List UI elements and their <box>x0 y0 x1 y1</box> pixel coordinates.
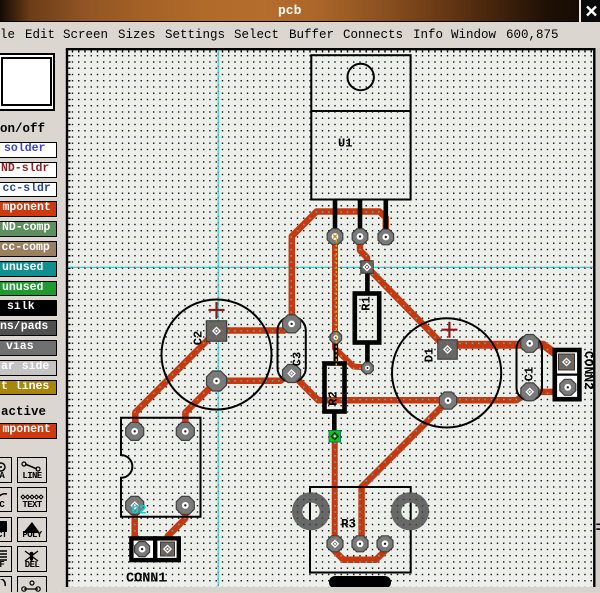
svg-text:CONN1: CONN1 <box>126 572 167 587</box>
svg-text:U2: U2 <box>132 504 147 518</box>
svg-text:C3: C3 <box>291 352 305 366</box>
svg-text:C1: C1 <box>523 367 537 381</box>
svg-text:D1: D1 <box>423 348 437 362</box>
svg-text:R1: R1 <box>360 296 374 310</box>
svg-text:R3: R3 <box>341 518 356 532</box>
svg-text:C2: C2 <box>192 331 206 345</box>
svg-text:CONN2: CONN2 <box>581 351 596 390</box>
svg-text:U1: U1 <box>338 137 352 151</box>
svg-text:R2: R2 <box>327 391 341 405</box>
